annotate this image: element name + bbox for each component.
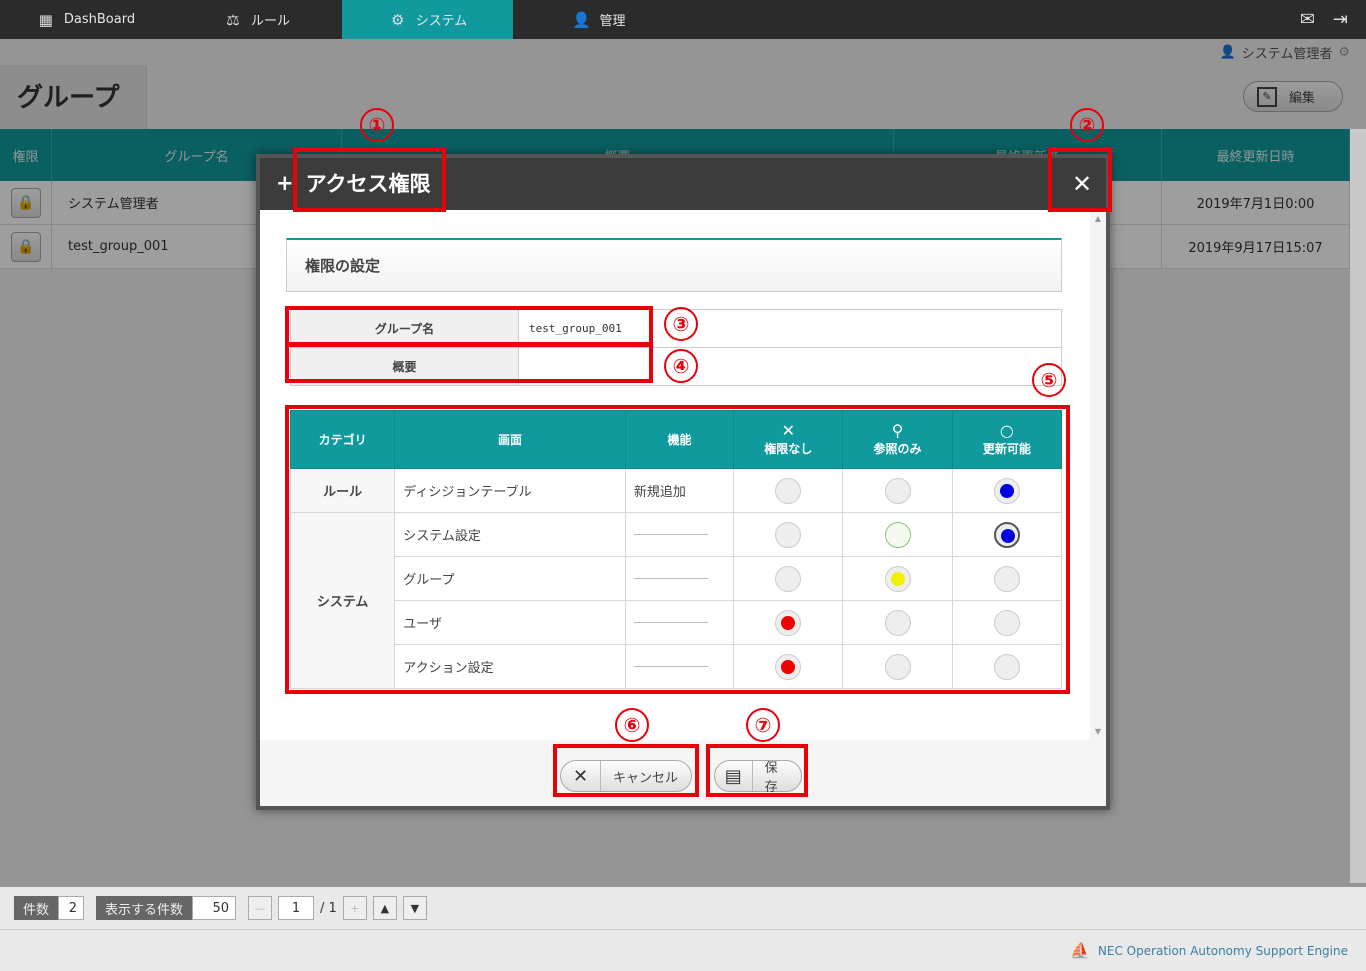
annotation-box-2 [1048,148,1112,212]
nav-label: 管理 [599,14,626,29]
nav-system[interactable]: ⚙ システム [342,0,513,39]
annotation-1: ① [360,108,394,142]
per-page-input[interactable]: 50 [192,896,237,920]
nav-rule[interactable]: ⚖ ルール [171,0,342,39]
prev-page-button[interactable]: — [248,896,273,920]
logout-icon[interactable]: ⇥ [1333,9,1348,30]
nav-label: DashBoard [63,12,136,27]
section-title: 権限の設定 [286,238,1062,292]
annotation-2: ② [1070,108,1104,142]
annotation-3: ③ [664,307,698,341]
annotation-box-3 [285,306,653,346]
count-value: 2 [58,896,85,920]
gears-icon: ⚙ [390,10,405,29]
per-page-label: 表示する件数 [96,896,193,920]
annotation-5: ⑤ [1032,363,1066,397]
annotation-box-4 [285,343,653,383]
pager: 件数 2 表示する件数 50 — 1 / 1 + ▲ ▼ [0,887,1366,929]
sort-down-button[interactable]: ▼ [402,896,427,920]
annotation-7: ⑦ [746,708,780,742]
nav-right: ✉ ⇥ [1300,0,1366,39]
sort-up-button[interactable]: ▲ [372,896,397,920]
brand-logo-icon: ⛵ [1070,941,1090,960]
brand-text: NEC Operation Autonomy Support Engine [1097,943,1348,958]
annotation-6: ⑥ [615,708,649,742]
page-scrollbar[interactable] [1350,129,1366,883]
plus-icon: + [276,171,294,195]
dashboard-icon: ▦ [38,10,53,29]
count-label: 件数 [14,896,59,920]
page-input[interactable]: 1 [278,896,315,920]
top-nav: ▦ DashBoard ⚖ ルール ⚙ システム 👤 管理 ✉ ⇥ [0,0,1366,39]
page-total: / 1 [320,900,337,916]
dialog-scrollbar[interactable]: ▲ ▼ [1090,210,1106,740]
mail-icon[interactable]: ✉ [1300,9,1315,30]
admin-icon: 👤 [572,10,591,29]
annotation-box-5 [285,405,1070,694]
nav-label: ルール [250,14,290,29]
annotation-box-6 [553,744,699,797]
annotation-box-7 [706,744,808,797]
nav-admin[interactable]: 👤 管理 [513,0,684,39]
annotation-box-1 [293,148,446,212]
footer: ⛵ NEC Operation Autonomy Support Engine [0,929,1366,971]
nav-label: システム [415,14,468,29]
next-page-button[interactable]: + [342,896,367,920]
annotation-4: ④ [664,349,698,383]
scale-icon: ⚖ [226,10,240,29]
nav-dashboard[interactable]: ▦ DashBoard [0,0,171,39]
